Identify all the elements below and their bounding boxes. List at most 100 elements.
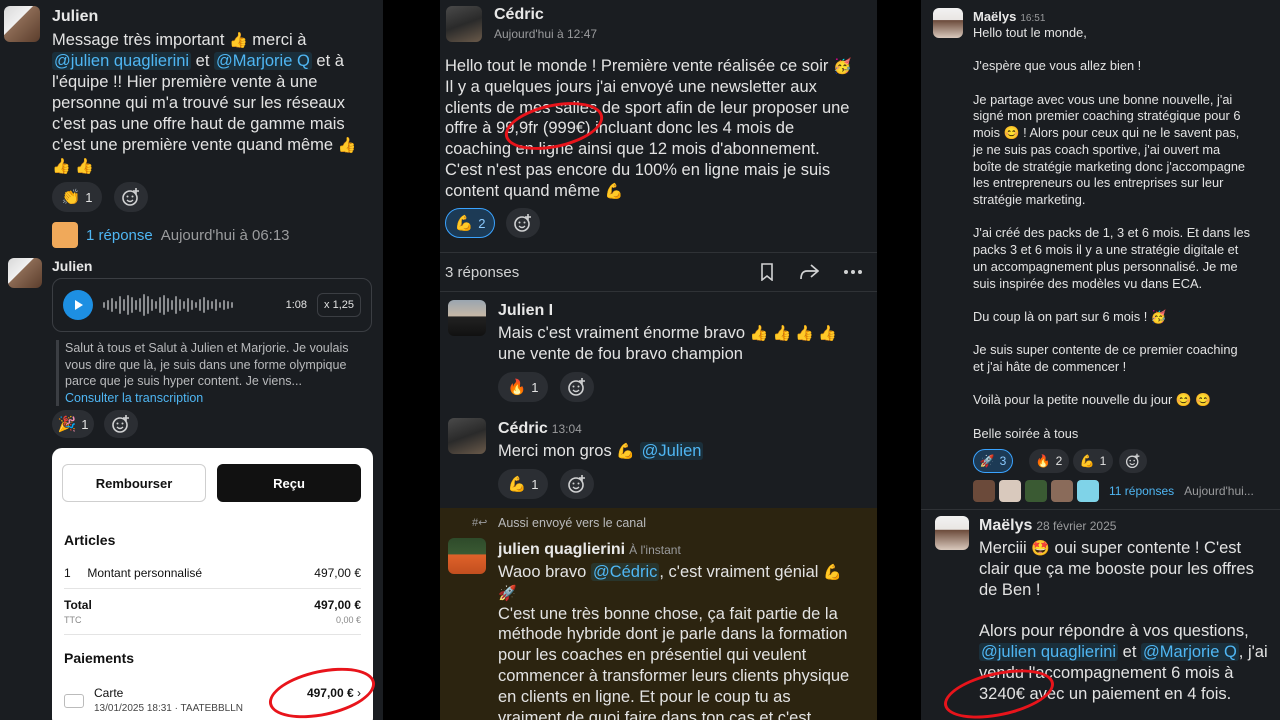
play-button[interactable]: [63, 290, 93, 320]
timestamp: Aujourd'hui à 12:47: [494, 27, 598, 41]
flexed-biceps-icon: 💪: [823, 564, 842, 581]
thread-replies[interactable]: 1 réponse Aujourd'hui à 06:13: [52, 222, 290, 248]
paragraph: J'ai créé des packs de 1, 3 et 6 mois. E…: [973, 225, 1251, 291]
waveform-bar: [159, 297, 161, 313]
author-name[interactable]: Julien I: [498, 302, 553, 320]
waveform-bar: [207, 300, 209, 310]
rocket-icon: 🚀: [498, 584, 517, 602]
flexed-biceps-icon: 💪: [616, 443, 635, 460]
avatar[interactable]: [933, 8, 963, 38]
add-emoji-icon: [112, 415, 129, 433]
avatar[interactable]: [448, 418, 486, 454]
paragraph: Du coup là on part sur 6 mois ! 🥳: [973, 308, 1167, 324]
author-name[interactable]: Julien: [52, 8, 98, 26]
reaction-pill[interactable]: 👏 1: [52, 182, 102, 212]
flexed-biceps-icon: 💪: [454, 214, 474, 232]
mention[interactable]: @Marjorie Q: [1141, 642, 1239, 661]
add-reaction-button[interactable]: [1119, 449, 1147, 473]
total-row: Total TTC 497,00 €0,00 €: [64, 598, 361, 625]
add-reaction-button[interactable]: [560, 469, 594, 499]
party-face-icon: 🥳: [832, 58, 852, 75]
author-name: Maëlys 16:51: [973, 9, 1046, 24]
add-emoji-icon: [122, 188, 139, 206]
avatar: [52, 222, 78, 248]
author-name[interactable]: Cédric: [494, 6, 544, 24]
replies-link[interactable]: 11 réponses: [1109, 484, 1174, 498]
waveform-bar: [131, 297, 133, 313]
reaction-emoji-icon: 🔥: [1035, 454, 1051, 468]
thumbs-up-icon: 👍: [75, 158, 94, 175]
reaction-pill[interactable]: 🔥 2: [1029, 449, 1069, 473]
playback-speed-button[interactable]: x 1,25: [317, 293, 361, 317]
waveform-bar: [227, 301, 229, 309]
transcript: Salut à tous et Salut à Julien et Marjor…: [56, 340, 366, 406]
payments-heading: Paiements: [64, 650, 135, 666]
waveform-bar: [175, 296, 177, 314]
reaction-emoji-icon: 💪: [1079, 454, 1095, 468]
mention[interactable]: @Marjorie Q: [214, 52, 312, 70]
replies-link[interactable]: 1 réponse: [86, 227, 153, 244]
waveform-bar: [203, 297, 205, 313]
receipt-button[interactable]: Reçu: [217, 464, 361, 502]
author-name[interactable]: Julien: [52, 258, 92, 274]
bookmark-icon[interactable]: [759, 263, 775, 281]
reaction-pill[interactable]: 🚀 3: [973, 449, 1013, 473]
audio-waveform[interactable]: [103, 292, 276, 318]
share-icon[interactable]: [799, 263, 819, 281]
mention[interactable]: @Cédric: [590, 563, 660, 581]
add-reaction-button[interactable]: [104, 410, 138, 438]
avatar[interactable]: [446, 6, 482, 42]
add-reaction-button[interactable]: [114, 182, 148, 212]
card-icon: [64, 694, 84, 708]
waveform-bar: [115, 301, 117, 309]
timestamp: 13:04: [551, 422, 582, 436]
play-icon: [75, 300, 83, 310]
mention[interactable]: @julien quaglierini: [52, 52, 192, 70]
add-emoji-icon: [568, 378, 585, 396]
timestamp: Aujourd'hui à 06:13: [160, 226, 290, 244]
paragraph: Je partage avec vous une bonne nouvelle,…: [973, 91, 1246, 207]
transcript-link[interactable]: Consulter la transcription: [65, 391, 203, 405]
waveform-bar: [183, 301, 185, 309]
thread-actions: [759, 263, 863, 281]
timestamp: Aujourd'hui...: [1184, 484, 1254, 498]
reaction-pill[interactable]: 🔥 1: [498, 372, 548, 402]
waveform-bar: [223, 300, 225, 310]
waveform-bar: [123, 299, 125, 311]
avatar: [999, 480, 1021, 502]
flexed-biceps-icon: 💪: [507, 475, 527, 493]
refund-button[interactable]: Rembourser: [62, 464, 206, 502]
reaction-pill[interactable]: 🎉 1: [52, 410, 94, 438]
reaction-pill[interactable]: 💪 1: [498, 469, 548, 499]
flexed-biceps-icon: 💪: [604, 182, 624, 200]
avatar[interactable]: [935, 516, 969, 550]
add-reaction-button[interactable]: [560, 372, 594, 402]
author-name: Maëlys 28 février 2025: [979, 517, 1117, 534]
paragraph: Belle soirée à tous: [973, 425, 1079, 441]
timestamp: 16:51: [1020, 13, 1046, 24]
mention[interactable]: @Julien: [639, 442, 704, 460]
thumbs-up-icon: 👍: [229, 32, 248, 49]
reaction-pill[interactable]: 💪 1: [1073, 449, 1113, 473]
thumbs-up-icon: 👍: [337, 137, 357, 154]
avatar[interactable]: [8, 258, 42, 288]
thread-participants[interactable]: 11 réponses Aujourd'hui...: [973, 480, 1254, 502]
reaction-pill[interactable]: 💪 2: [445, 208, 495, 238]
waveform-bar: [219, 302, 221, 308]
audio-duration: 1:08: [285, 299, 308, 311]
waveform-bar: [155, 301, 157, 309]
waveform-bar: [167, 298, 169, 312]
avatar[interactable]: [448, 538, 486, 574]
line-item: 1 Montant personnalisé 497,00 €: [64, 566, 361, 580]
add-reaction-button[interactable]: [506, 208, 540, 238]
timestamp: À l'instant: [629, 543, 681, 557]
mention[interactable]: @julien quaglierini: [979, 642, 1119, 661]
message-text: Mais c'est vraiment énorme bravo 👍 👍 👍 👍…: [498, 324, 837, 363]
more-options-icon[interactable]: [843, 263, 863, 281]
fire-icon: 🔥: [507, 378, 527, 396]
articles-heading: Articles: [64, 532, 116, 548]
avatar[interactable]: [448, 300, 486, 336]
avatar: [1025, 480, 1047, 502]
avatar[interactable]: [4, 6, 40, 42]
waveform-bar: [143, 294, 145, 316]
